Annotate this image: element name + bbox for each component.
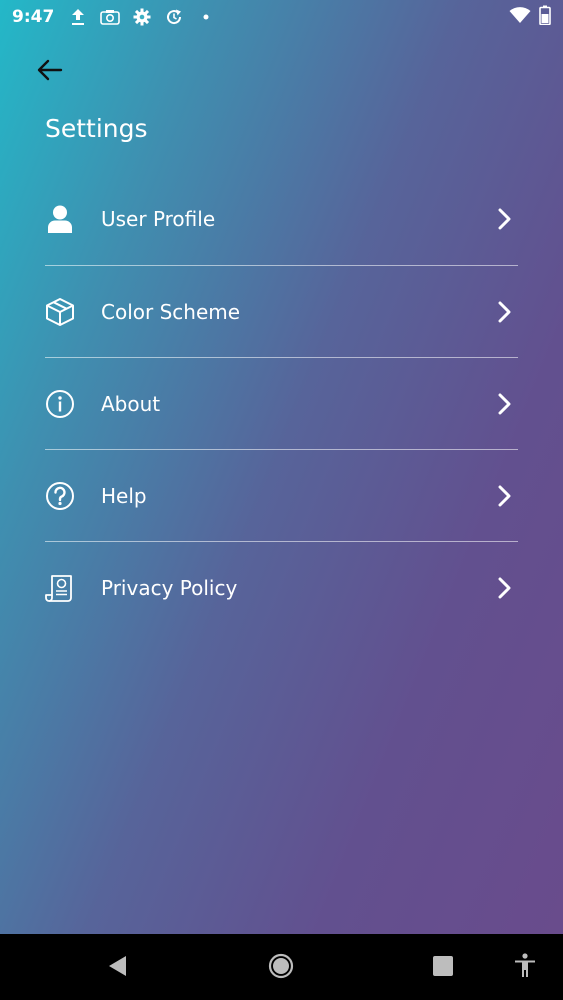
info-icon xyxy=(45,389,75,419)
screenshot-icon xyxy=(100,7,121,27)
menu-item-help[interactable]: Help xyxy=(45,449,518,541)
status-icons-left xyxy=(68,7,216,27)
upload-icon xyxy=(68,7,88,27)
status-time: 9:47 xyxy=(12,7,55,27)
menu-item-user-profile[interactable]: User Profile xyxy=(45,173,518,265)
home-icon xyxy=(268,953,294,983)
system-nav-bar xyxy=(0,934,563,1000)
battery-icon xyxy=(539,5,551,29)
menu-item-label: Help xyxy=(101,483,147,508)
arrow-left-icon xyxy=(37,59,63,85)
menu-item-label: Color Scheme xyxy=(101,299,241,324)
nav-home-button[interactable] xyxy=(267,953,295,983)
status-icons-right xyxy=(509,5,551,29)
user-icon xyxy=(45,204,75,234)
back-icon xyxy=(106,954,128,982)
menu-item-color-scheme[interactable]: Color Scheme xyxy=(45,265,518,357)
chevron-right-icon xyxy=(494,481,516,511)
box-icon xyxy=(45,297,75,327)
recents-icon xyxy=(432,955,454,981)
menu-item-label: User Profile xyxy=(101,207,216,231)
page-title: Settings xyxy=(45,114,148,143)
sync-icon xyxy=(164,7,184,27)
chevron-right-icon xyxy=(494,389,516,419)
back-button[interactable] xyxy=(30,54,70,90)
menu-item-label: Privacy Policy xyxy=(101,575,238,600)
nav-accessibility-button[interactable] xyxy=(512,953,538,983)
help-icon xyxy=(45,481,75,511)
wifi-icon xyxy=(509,6,531,28)
settings-menu: User Profile Color Scheme About Help Pri… xyxy=(45,173,518,633)
menu-item-about[interactable]: About xyxy=(45,357,518,449)
chevron-right-icon xyxy=(494,573,516,603)
menu-item-label: About xyxy=(101,391,161,416)
chevron-right-icon xyxy=(494,297,516,327)
nav-back-button[interactable] xyxy=(104,955,130,981)
document-icon xyxy=(45,573,75,603)
settings-gear-icon xyxy=(132,7,152,27)
menu-item-privacy-policy[interactable]: Privacy Policy xyxy=(45,541,518,633)
accessibility-icon xyxy=(514,953,536,983)
status-bar: 9:47 xyxy=(0,0,563,34)
nav-recents-button[interactable] xyxy=(431,956,455,980)
dot-icon xyxy=(196,7,216,27)
app-bar: Settings xyxy=(0,34,563,194)
chevron-right-icon xyxy=(494,204,516,234)
